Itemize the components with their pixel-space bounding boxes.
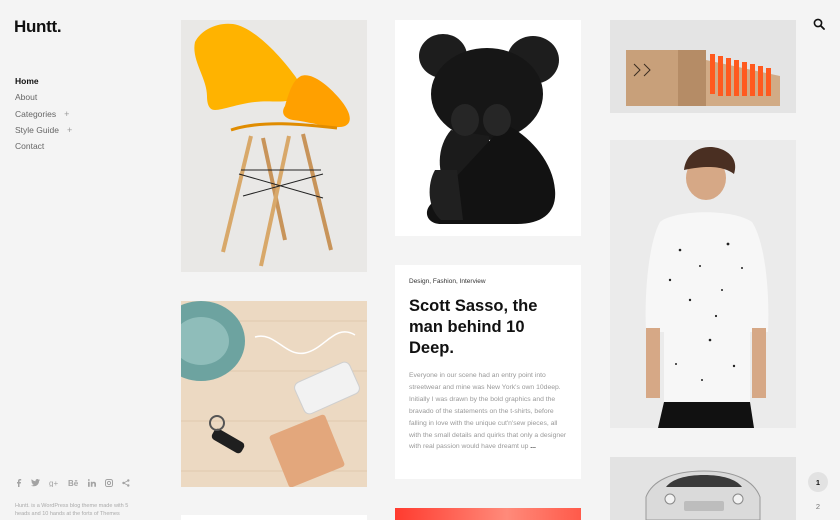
post-thumbnail-chair[interactable]	[181, 20, 367, 272]
post-thumbnail-partial[interactable]	[181, 515, 367, 520]
page-1-button[interactable]: 1	[808, 472, 828, 492]
svg-text:Bē: Bē	[68, 479, 79, 487]
expand-icon[interactable]: +	[64, 108, 69, 120]
search-icon[interactable]	[813, 17, 825, 30]
footer-text: Huntt. is a WordPress blog theme made wi…	[15, 503, 129, 517]
nav-item-home[interactable]: Home	[15, 73, 72, 89]
post-thumbnail-model[interactable]	[610, 140, 796, 428]
nav-item-label: Style Guide	[15, 125, 59, 136]
nav-item-label: About	[15, 92, 38, 103]
nav-item-contact[interactable]: Contact	[15, 138, 72, 154]
instagram-icon[interactable]	[105, 479, 113, 487]
nav-item-label: Categories	[15, 108, 57, 119]
post-thumbnail-figure[interactable]	[395, 20, 581, 236]
svg-text:g+: g+	[49, 479, 58, 487]
page-2-button[interactable]: 2	[808, 496, 828, 516]
expand-icon[interactable]: +	[67, 124, 72, 136]
twitter-icon[interactable]	[31, 479, 40, 487]
nav-item-label: Home	[15, 76, 39, 87]
google-plus-icon[interactable]: g+	[49, 479, 59, 487]
post-thumbnail-red[interactable]	[395, 508, 581, 520]
read-more-link[interactable]: ...	[530, 443, 536, 450]
linkedin-icon[interactable]	[88, 479, 96, 487]
excerpt-text: Everyone in our scene had an entry point…	[409, 372, 567, 451]
nav-item-label: Contact	[15, 141, 45, 152]
site-logo[interactable]: Huntt.	[14, 17, 62, 37]
post-title[interactable]: Scott Sasso, the man behind 10 Deep.	[409, 296, 567, 359]
post-excerpt: Everyone in our scene had an entry point…	[409, 370, 567, 453]
social-links: g+ Bē	[16, 479, 130, 487]
nav-item-style-guide[interactable]: Style Guide +	[15, 122, 72, 138]
main-nav: Home About Categories + Style Guide + Cont…	[15, 73, 72, 154]
facebook-icon[interactable]	[16, 479, 22, 487]
post-thumbnail-desk[interactable]	[181, 301, 367, 487]
post-thumbnail-car[interactable]	[610, 457, 796, 520]
pagination: 1 2	[808, 472, 828, 516]
nav-item-categories[interactable]: Categories +	[15, 106, 72, 122]
nav-item-about[interactable]: About	[15, 89, 72, 105]
behance-icon[interactable]: Bē	[68, 479, 79, 487]
share-icon[interactable]	[122, 479, 130, 487]
post-categories[interactable]: Design, Fashion, Interview	[409, 278, 567, 285]
post-thumbnail-tablet-stand[interactable]	[610, 20, 796, 113]
post-card[interactable]: Design, Fashion, Interview Scott Sasso, …	[395, 265, 581, 479]
